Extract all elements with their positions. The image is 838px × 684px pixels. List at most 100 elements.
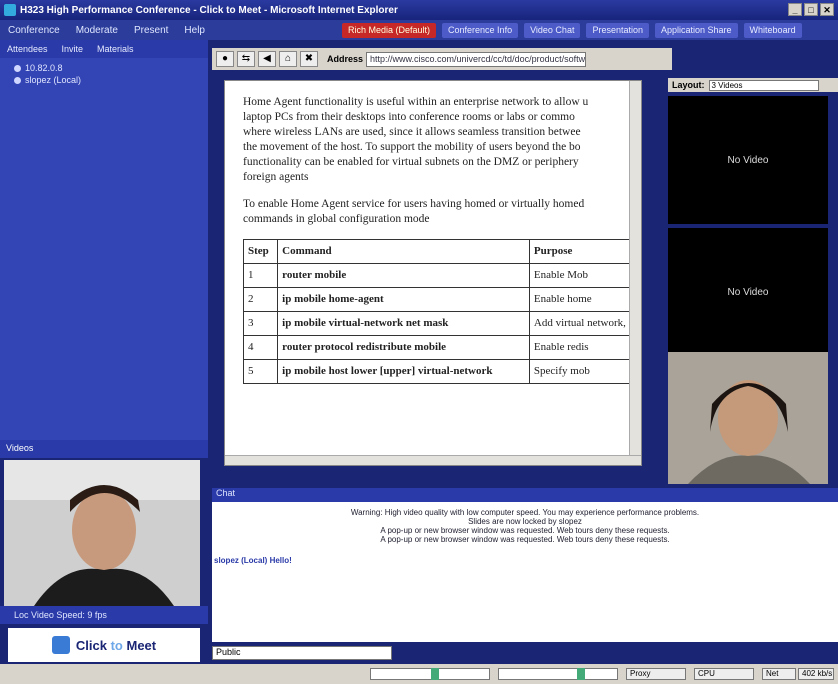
text-line: To enable Home Agent service for users h…: [243, 198, 585, 210]
right-video-panel: Layout: 3 Videos No Video No Video: [668, 78, 838, 484]
net-status: Net: [762, 668, 796, 680]
video-slot-1: No Video: [668, 96, 828, 224]
home-icon[interactable]: ⌂: [279, 51, 297, 67]
video-slot-2: No Video: [668, 228, 828, 356]
cell-purpose: Enable Mob: [528, 263, 641, 288]
web-document: Home Agent functionality is useful withi…: [224, 80, 642, 466]
layout-label: Layout:: [672, 80, 705, 90]
text-line: Home Agent functionality is useful withi…: [243, 96, 589, 108]
cell-purpose: Add virtual network, sta: [528, 311, 641, 336]
col-purpose: Purpose: [528, 239, 641, 264]
cell-step: 5: [242, 359, 279, 384]
title-bar: H323 High Performance Conference - Click…: [0, 0, 838, 20]
stop-icon[interactable]: ✖: [300, 51, 318, 67]
slider-label: 4E: [501, 669, 511, 678]
tab-video-chat[interactable]: Video Chat: [524, 23, 581, 38]
cell-step: 3: [242, 311, 279, 336]
tab-invite[interactable]: Invite: [55, 44, 91, 54]
globe-icon[interactable]: ●: [216, 51, 234, 67]
table-row: 2 ip mobile home-agent Enable home: [242, 287, 641, 312]
logo-text-a: Click: [75, 637, 107, 653]
cell-command: router protocol redistribute mobile: [277, 335, 530, 360]
text-line: foreign agents: [243, 171, 309, 183]
sync-icon[interactable]: ⇆: [237, 51, 255, 67]
tab-attendees[interactable]: Attendees: [0, 44, 55, 54]
volume-slider[interactable]: 0: [370, 668, 490, 680]
table-header-row: Step Command Purpose: [242, 239, 641, 264]
text-line: commands in global configuration mode: [243, 213, 430, 225]
enable-paragraph: To enable Home Agent service for users h…: [243, 197, 625, 227]
intro-paragraph: Home Agent functionality is useful withi…: [243, 95, 625, 185]
left-panel: Attendees Invite Materials 10.82.0.8 slo…: [0, 40, 208, 440]
cell-purpose: Enable home: [528, 287, 641, 312]
chat-user-message: slopez (Local) Hello!: [214, 556, 292, 565]
left-subtabs: Attendees Invite Materials: [0, 40, 208, 58]
list-item[interactable]: slopez (Local): [14, 74, 194, 86]
slider-knob[interactable]: [577, 668, 585, 680]
col-step: Step: [242, 239, 279, 264]
chat-message: A pop-up or new browser window was reque…: [380, 526, 670, 535]
address-input[interactable]: http://www.cisco.com/univercd/cc/td/doc/…: [366, 51, 587, 67]
menu-moderate[interactable]: Moderate: [68, 25, 126, 36]
attendee-name: slopez (Local): [25, 75, 82, 85]
tab-application-share[interactable]: Application Share: [655, 23, 738, 38]
command-table: Step Command Purpose 1 router mobile Enabl…: [242, 239, 641, 384]
text-line: the movement of the host. To support the…: [243, 141, 581, 153]
cell-purpose: Specify mob: [528, 359, 641, 384]
click-to-meet-logo: Click to Meet: [8, 628, 200, 662]
net-rate: 402 kb/s: [798, 668, 834, 680]
videos-header: Videos: [0, 440, 208, 458]
layout-select[interactable]: 3 Videos: [708, 79, 819, 91]
close-button[interactable]: ✕: [820, 3, 834, 16]
cell-step: 1: [242, 263, 279, 288]
cpu-status: CPU: [694, 668, 754, 680]
menu-conference[interactable]: Conference: [0, 25, 68, 36]
mic-slider[interactable]: 4E: [498, 668, 618, 680]
remote-video: [668, 352, 828, 484]
menu-present[interactable]: Present: [126, 25, 176, 36]
cell-command: router mobile: [277, 263, 530, 288]
maximize-button[interactable]: □: [804, 3, 818, 16]
table-row: 4 router protocol redistribute mobile Enab…: [242, 335, 641, 360]
cell-command: ip mobile host lower [upper] virtual-net…: [277, 359, 530, 384]
text-line: where wireless LANs are used, since it a…: [243, 126, 581, 138]
back-icon[interactable]: ◀: [258, 51, 276, 67]
chat-message: Warning: High video quality with low com…: [350, 508, 700, 517]
window-title: H323 High Performance Conference - Click…: [20, 4, 398, 16]
user-icon: [14, 64, 21, 72]
logo-text-c: Meet: [126, 637, 157, 653]
chat-message: A pop-up or new browser window was reque…: [380, 535, 670, 544]
horizontal-scrollbar[interactable]: [225, 455, 641, 465]
list-item[interactable]: 10.82.0.8: [14, 62, 194, 74]
document-body: Home Agent functionality is useful withi…: [225, 81, 641, 384]
tab-whiteboard[interactable]: Whiteboard: [743, 23, 802, 38]
cell-purpose: Enable redis: [528, 335, 641, 360]
tab-rich-media[interactable]: Rich Media (Default): [342, 23, 437, 38]
menu-help[interactable]: Help: [176, 25, 213, 36]
video-speed: Loc Video Speed: 9 fps: [0, 606, 208, 624]
minimize-button[interactable]: _: [788, 3, 802, 16]
tab-materials[interactable]: Materials: [90, 44, 141, 54]
tab-conference-info[interactable]: Conference Info: [442, 23, 519, 38]
proxy-status: Proxy: [626, 668, 686, 680]
ie-icon: [4, 4, 16, 16]
table-row: 5 ip mobile host lower [upper] virtual-ne…: [242, 359, 641, 384]
logo-text-b: to: [110, 637, 123, 653]
cell-step: 2: [242, 287, 279, 312]
browser-toolbar: ● ⇆ ◀ ⌂ ✖ Address http://www.cisco.com/u…: [212, 48, 672, 70]
chat-message: Slides are now locked by slopez: [468, 517, 582, 526]
vertical-scrollbar[interactable]: [629, 81, 641, 465]
address-label: Address: [327, 54, 364, 64]
remote-person-image: [668, 352, 828, 484]
cell-step: 4: [242, 335, 279, 360]
cell-command: ip mobile virtual-network net mask: [277, 311, 530, 336]
col-command: Command: [277, 239, 530, 264]
window-controls: _ □ ✕: [788, 3, 834, 16]
cell-command: ip mobile home-agent: [277, 287, 530, 312]
user-icon: [14, 76, 21, 84]
app-window: H323 High Performance Conference - Click…: [0, 0, 838, 684]
tab-presentation[interactable]: Presentation: [586, 23, 649, 38]
chat-recipient-select[interactable]: Public: [212, 646, 392, 660]
slider-knob[interactable]: [431, 668, 439, 680]
chat-log: Warning: High video quality with low com…: [212, 502, 838, 642]
